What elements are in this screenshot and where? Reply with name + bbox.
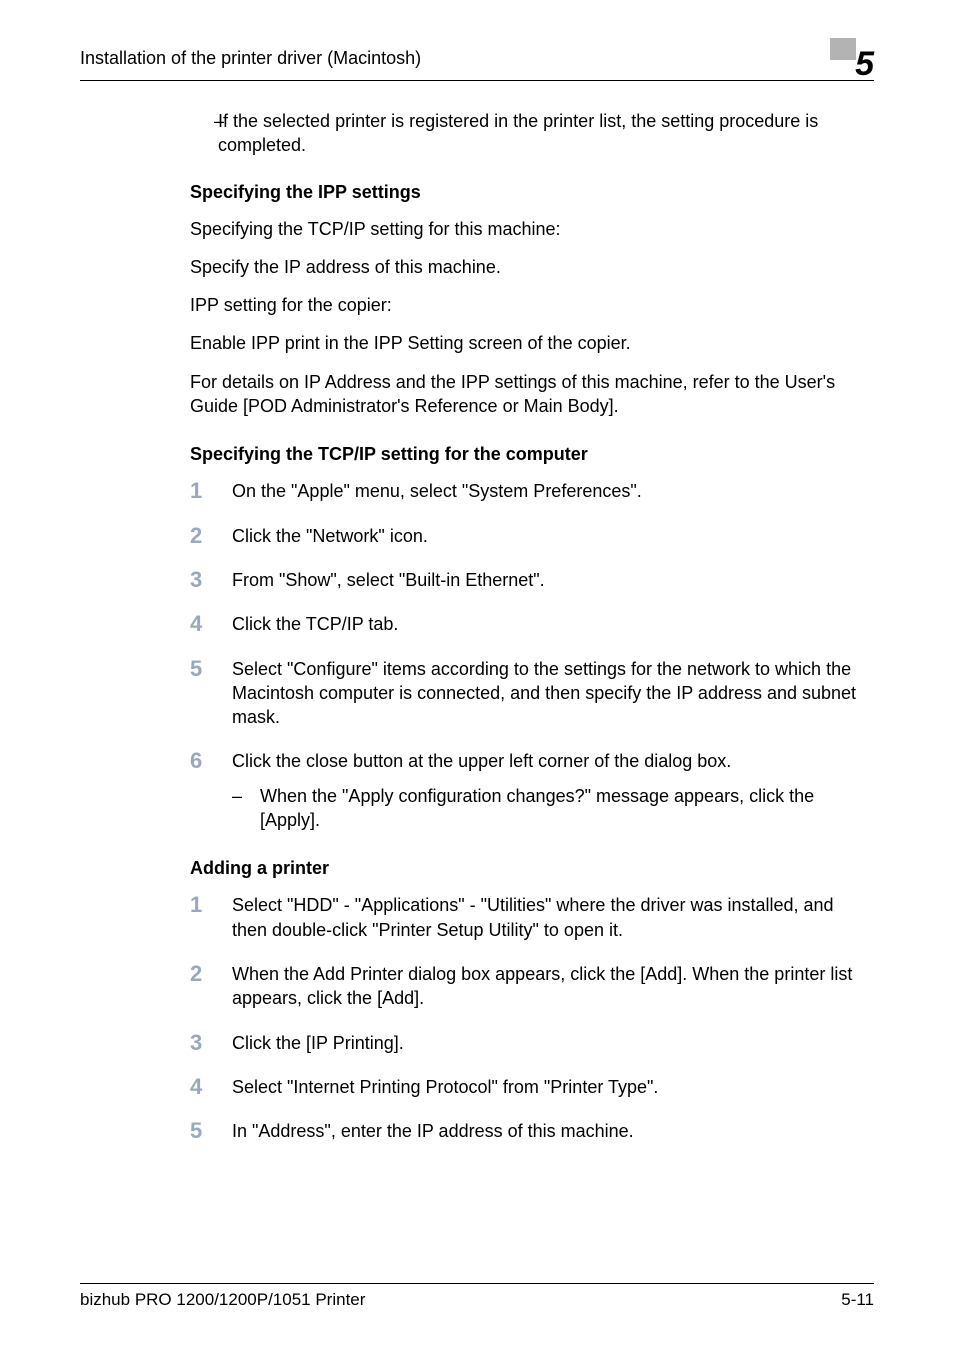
heading-ipp-settings: Specifying the IPP settings xyxy=(190,182,864,203)
page-content: – If the selected printer is registered … xyxy=(80,109,874,1143)
paragraph: Specify the IP address of this machine. xyxy=(190,255,864,279)
step-number: 2 xyxy=(190,524,232,548)
paragraph: IPP setting for the copier: xyxy=(190,293,864,317)
sub-bullet: – When the "Apply configuration changes?… xyxy=(232,784,864,833)
paragraph: Enable IPP print in the IPP Setting scre… xyxy=(190,331,864,355)
heading-adding-printer: Adding a printer xyxy=(190,858,864,879)
sub-bullet-dash: – xyxy=(232,784,260,833)
step: 1 On the "Apple" menu, select "System Pr… xyxy=(190,479,864,503)
page-header: Installation of the printer driver (Maci… xyxy=(80,38,874,81)
heading-tcpip-computer: Specifying the TCP/IP setting for the co… xyxy=(190,444,864,465)
step: 4 Select "Internet Printing Protocol" fr… xyxy=(190,1075,864,1099)
step-text: From "Show", select "Built-in Ethernet". xyxy=(232,568,864,592)
step-text: Click the "Network" icon. xyxy=(232,524,864,548)
sub-bullet-text: When the "Apply configuration changes?" … xyxy=(260,784,864,833)
step-number: 1 xyxy=(190,893,232,942)
footer-left: bizhub PRO 1200/1200P/1051 Printer xyxy=(80,1290,365,1310)
step-text: Select "Configure" items according to th… xyxy=(232,657,864,730)
step-number: 4 xyxy=(190,1075,232,1099)
step-text: Select "Internet Printing Protocol" from… xyxy=(232,1075,864,1099)
step-text: On the "Apple" menu, select "System Pref… xyxy=(232,479,864,503)
step-number: 3 xyxy=(190,1031,232,1055)
step: 5 Select "Configure" items according to … xyxy=(190,657,864,730)
step-number: 5 xyxy=(190,1119,232,1143)
footer-right: 5-11 xyxy=(841,1290,874,1310)
step-number: 3 xyxy=(190,568,232,592)
chapter-number-box: 5 xyxy=(830,38,874,78)
step-number: 1 xyxy=(190,479,232,503)
chapter-grey-block xyxy=(830,38,856,60)
step-text: Click the TCP/IP tab. xyxy=(232,612,864,636)
step: 2 Click the "Network" icon. xyxy=(190,524,864,548)
step: 1 Select "HDD" - "Applications" - "Utili… xyxy=(190,893,864,942)
bullet-dash: – xyxy=(190,109,218,158)
step: 2 When the Add Printer dialog box appear… xyxy=(190,962,864,1011)
step-number: 2 xyxy=(190,962,232,1011)
header-title: Installation of the printer driver (Maci… xyxy=(80,38,421,69)
step-text: Click the close button at the upper left… xyxy=(232,749,864,832)
step: 4 Click the TCP/IP tab. xyxy=(190,612,864,636)
step: 3 From "Show", select "Built-in Ethernet… xyxy=(190,568,864,592)
bullet-text: If the selected printer is registered in… xyxy=(218,109,864,158)
step-number: 4 xyxy=(190,612,232,636)
chapter-number: 5 xyxy=(855,45,874,84)
top-bullet: – If the selected printer is registered … xyxy=(190,109,864,158)
paragraph: Specifying the TCP/IP setting for this m… xyxy=(190,217,864,241)
page-footer: bizhub PRO 1200/1200P/1051 Printer 5-11 xyxy=(80,1283,874,1310)
step: 5 In "Address", enter the IP address of … xyxy=(190,1119,864,1143)
step-number: 6 xyxy=(190,749,232,832)
step-text: Click the [IP Printing]. xyxy=(232,1031,864,1055)
step-text: In "Address", enter the IP address of th… xyxy=(232,1119,864,1143)
step-text: Select "HDD" - "Applications" - "Utiliti… xyxy=(232,893,864,942)
step-number: 5 xyxy=(190,657,232,730)
paragraph: For details on IP Address and the IPP se… xyxy=(190,370,864,419)
step: 3 Click the [IP Printing]. xyxy=(190,1031,864,1055)
step: 6 Click the close button at the upper le… xyxy=(190,749,864,832)
step-text-inner: Click the close button at the upper left… xyxy=(232,751,731,771)
step-text: When the Add Printer dialog box appears,… xyxy=(232,962,864,1011)
